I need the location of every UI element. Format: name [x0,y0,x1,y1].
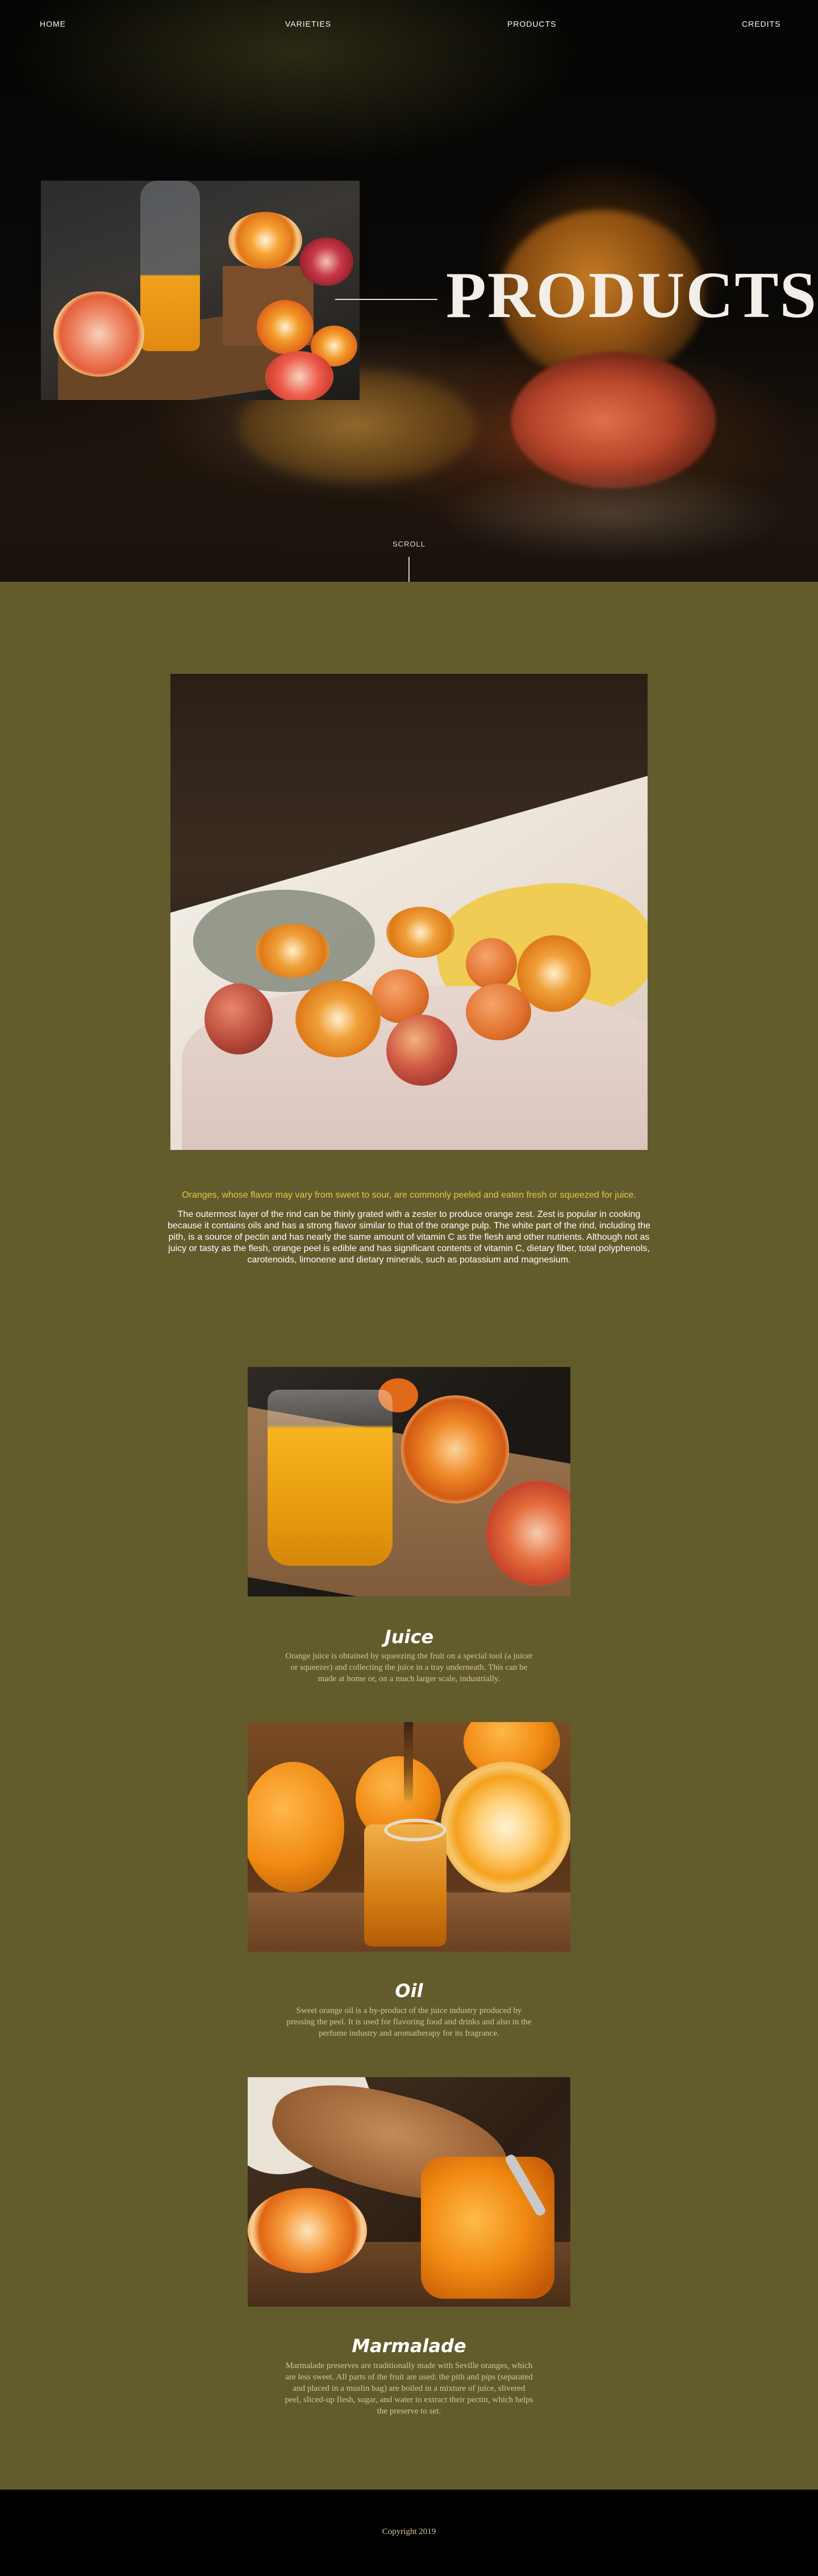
photo-orange-half [386,907,454,958]
main-nav: HOME VARIETIES PRODUCTS CREDITS [0,19,818,31]
intro-lead-paragraph: Oranges, whose flavor may vary from swee… [182,1190,636,1200]
photo-orange [248,1762,344,1893]
photo-apricot [466,983,531,1040]
intro-body-paragraph: The outermost layer of the rind can be t… [168,1210,650,1265]
nav-link-credits[interactable]: CREDITS [742,19,781,28]
photo-marmalade-jar [421,2157,554,2299]
scroll-indicator-label[interactable]: SCROLL [0,540,818,548]
photo-twine [384,1819,446,1841]
page-footer: Copyright 2019 [0,2490,818,2576]
photo-nectarine [204,983,273,1054]
photo-orange-half [295,981,381,1057]
marmalade-photo [248,2077,570,2307]
oranges-still-life-photo [170,674,648,1150]
photo-grapefruit-slice [265,351,333,400]
products-main: Oranges, whose flavor may vary from swee… [0,582,818,2490]
photo-juice-bottle [140,181,200,351]
product-title-marmalade: Marmalade [352,2335,466,2357]
title-rule [335,299,437,300]
product-description-marmalade: Marmalade preserves are traditionally ma… [285,2361,533,2416]
photo-blood-orange [299,237,353,286]
copyright-text: Copyright 2019 [382,2527,436,2536]
photo-dropper [404,1722,413,1802]
photo-apricot [466,938,517,989]
photo-orange-half [441,1762,570,1893]
scroll-indicator-line [408,557,410,582]
photo-orange-half [228,212,302,269]
photo-orange-half [256,924,329,978]
hero-citrus-photo [41,181,360,400]
oil-photo [248,1722,570,1952]
photo-orange-slice [257,300,314,354]
photo-orange-half [401,1395,509,1503]
intro-text: Oranges, whose flavor may vary from swee… [165,1189,653,1266]
product-description-oil: Sweet orange oil is a by-product of the … [286,2006,532,2038]
hero-section: HOME VARIETIES PRODUCTS CREDITS PRODUCTS… [0,0,818,582]
photo-juice-glass [268,1390,393,1566]
juice-photo [248,1367,570,1597]
nav-link-varieties[interactable]: VARIETIES [285,19,331,28]
product-description-juice: Orange juice is obtained by squeezing th… [285,1652,533,1683]
page-title: PRODUCTS [446,259,818,332]
photo-nectarine [386,1015,457,1086]
photo-orange-half [248,2188,367,2273]
photo-oil-jar [364,1824,446,1946]
product-title-juice: Juice [384,1626,434,1648]
photo-grapefruit-half [53,291,144,377]
nav-link-home[interactable]: HOME [40,19,66,28]
nav-link-products[interactable]: PRODUCTS [507,19,557,28]
product-title-oil: Oil [395,1980,423,2002]
